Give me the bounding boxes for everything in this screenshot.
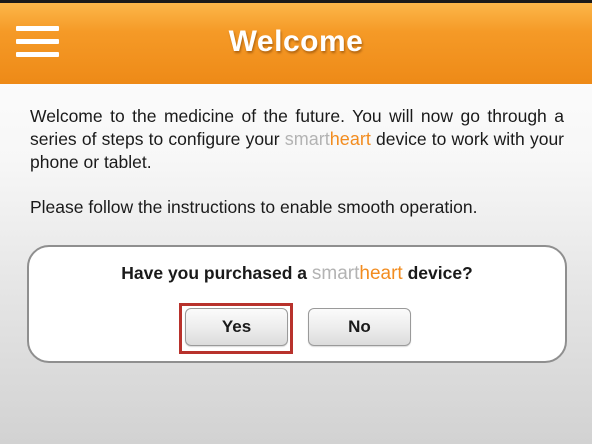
brand-logo: smartheart [285,129,371,149]
welcome-content: Welcome to the medicine of the future. Y… [30,105,564,219]
brand-heart: heart [359,263,403,284]
no-button[interactable]: No [308,308,411,346]
page-title: Welcome [228,25,364,58]
brand-heart: heart [329,129,371,149]
brand-smart: smart [311,263,360,284]
question-text-start: Have you purchased a [121,263,312,283]
purchase-question: Have you purchased a smartheart device? [29,263,565,285]
purchase-question-panel: Have you purchased a smartheart device? … [27,245,567,363]
app-header: Welcome [0,0,592,84]
intro-paragraph: Welcome to the medicine of the future. Y… [30,105,564,174]
instructions-text: Please follow the instructions to enable… [30,197,478,217]
question-text-end: device? [402,263,473,283]
yes-button[interactable]: Yes [185,308,288,346]
brand-smart: smart [284,129,330,149]
brand-logo: smartheart [312,263,403,284]
